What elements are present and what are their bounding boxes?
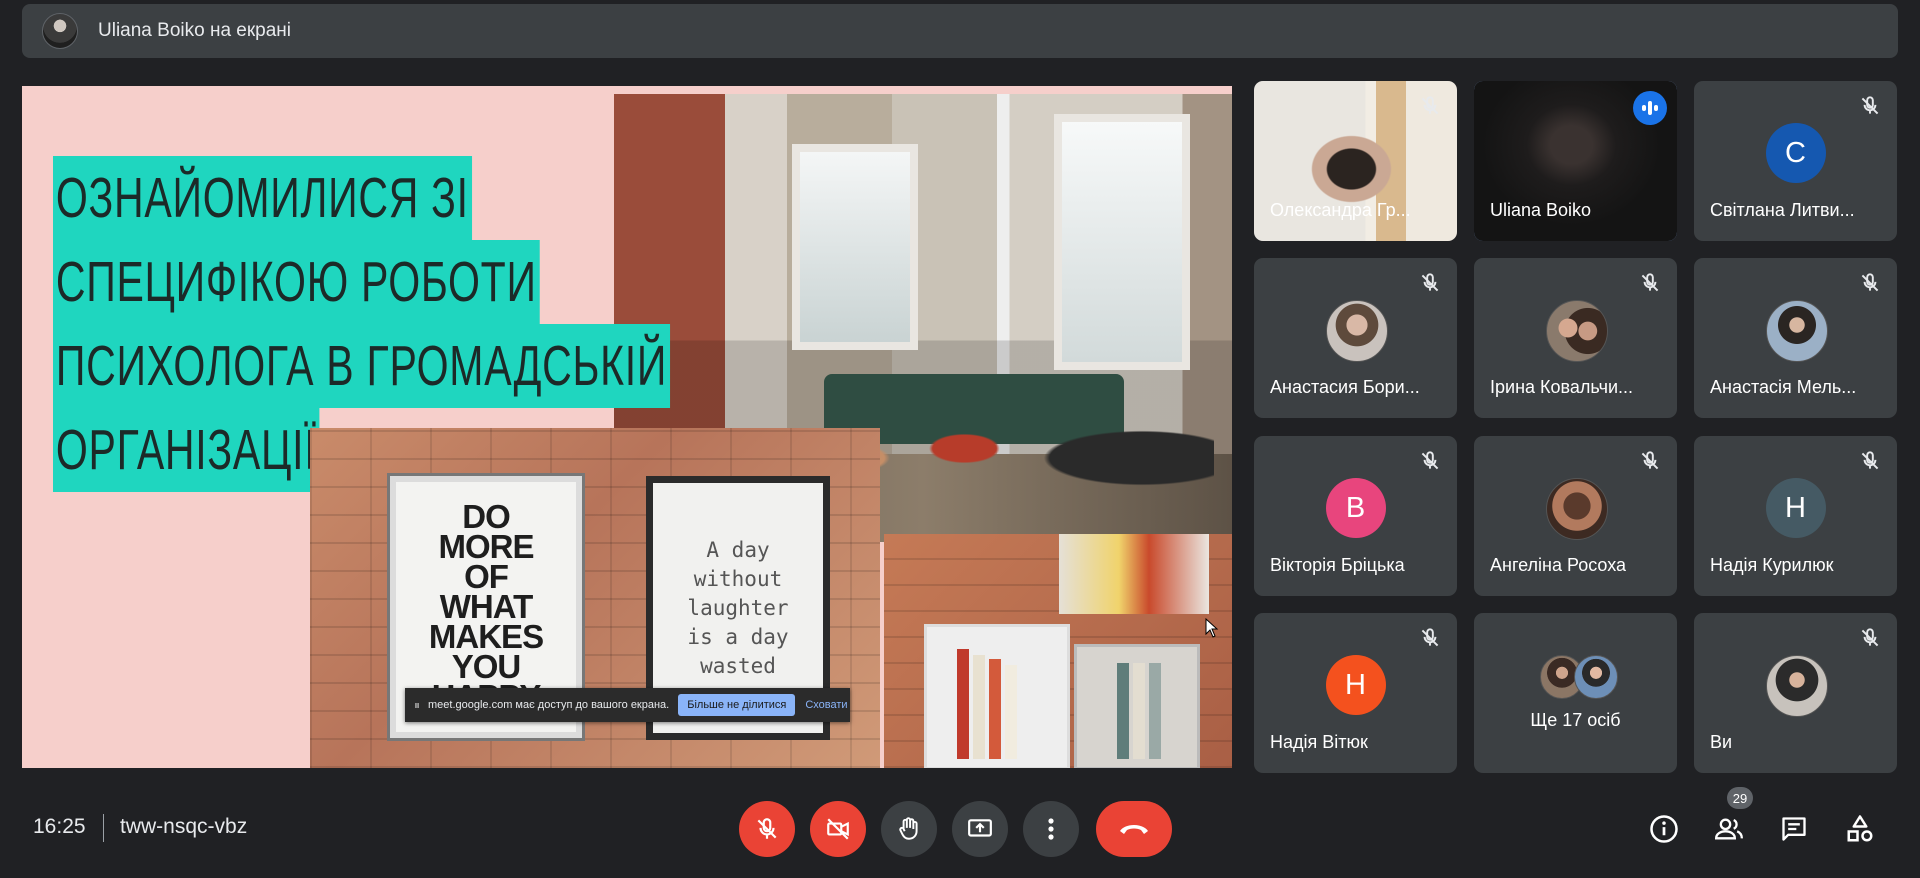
participant-tile[interactable]: Ще 17 осіб [1474,613,1677,773]
participant-name: Ви [1710,732,1733,752]
participant-avatar: C [1765,123,1826,183]
camera-off-icon [827,818,849,840]
share-banner-message: meet.google.com має доступ до вашого екр… [428,699,670,711]
participant-avatar: H [1765,478,1826,538]
hide-banner-button[interactable]: Сховати [805,699,847,711]
mic-off-icon [1857,448,1883,474]
meeting-details-button[interactable] [1647,812,1681,846]
participant-name: Анастасія Мель... [1710,377,1857,397]
participant-name: Uliana Boiko [1490,200,1592,220]
mic-off-icon [1637,270,1663,296]
mouse-cursor-icon [1205,618,1219,638]
participant-name: Надія Вітюк [1270,732,1368,752]
participant-photo-avatar [1574,655,1618,699]
participant-tile[interactable]: H Надія Вітюк [1254,613,1457,773]
participant-tile[interactable]: B Вікторія Бріцька [1254,436,1457,596]
participant-avatar: B [1325,478,1386,538]
mic-off-icon [757,818,777,839]
participant-photo-avatar [1765,300,1828,362]
speaking-indicator-icon [1633,91,1667,125]
raise-hand-icon [899,817,918,840]
participant-name: Вікторія Бріцька [1270,555,1405,575]
participant-photo-avatar [1325,300,1388,362]
slide-photo-shelf [884,534,1232,768]
control-bar: 16:25 tww-nsqc-vbz 29 [0,787,1920,878]
participant-tile[interactable]: Ангеліна Росоха [1474,436,1677,596]
more-options-button[interactable] [1023,801,1079,857]
slide-title-line: ПСИХОЛОГА В ГРОМАДСЬКІЙ [53,324,671,408]
meeting-time: 16:25 [33,815,86,838]
participant-tile[interactable]: C Світлана Литви... [1694,81,1897,241]
participant-name: Ірина Ковальчи... [1490,377,1633,397]
chat-button[interactable] [1777,812,1811,846]
participant-count-badge: 29 [1727,787,1753,809]
screen-share-banner: ⏸ meet.google.com має доступ до вашого е… [405,688,850,722]
slide-title-line: ОЗНАЙОМИЛИСЯ ЗІ [53,156,472,240]
mic-toggle-button[interactable] [739,801,795,857]
presenter-label: Uliana Boiko на екрані [98,20,292,41]
participant-name: Ангеліна Росоха [1490,555,1627,575]
participant-name: Олександра Гр... [1270,200,1411,220]
present-screen-icon [968,819,992,837]
mic-off-icon [1857,93,1883,119]
participant-name: Надія Курилюк [1710,555,1834,575]
participant-name: Анастасия Бори... [1270,377,1420,397]
mic-off-icon [1857,625,1883,651]
present-screen-button[interactable] [952,801,1008,857]
raise-hand-button[interactable] [881,801,937,857]
info-icon [1650,815,1678,843]
chat-icon [1782,817,1806,841]
more-vert-icon [1048,818,1054,840]
call-end-icon [1120,825,1148,834]
mic-off-icon [1417,270,1443,296]
slide-title-line: ОРГАНІЗАЦІЇ [53,408,320,492]
mic-off-icon [1417,625,1443,651]
meeting-code: tww-nsqc-vbz [120,815,248,838]
activities-icon [1847,815,1873,842]
participant-tile[interactable]: Ірина Ковальчи... [1474,258,1677,418]
slide-title-line: СПЕЦИФІКОЮ РОБОТИ [53,240,540,324]
mic-off-icon [1857,270,1883,296]
participants-button[interactable] [1712,812,1746,846]
activities-button[interactable] [1843,812,1877,846]
participant-tile[interactable]: Анастасия Бори... [1254,258,1457,418]
drag-handle-icon[interactable]: ⏸ [414,698,424,713]
participant-tile[interactable]: H Надія Курилюк [1694,436,1897,596]
camera-toggle-button[interactable] [810,801,866,857]
presenter-avatar [42,13,78,49]
participant-name: Світлана Литви... [1710,200,1855,220]
participant-tile[interactable]: Олександра Гр... [1254,81,1457,241]
presenter-bar: Uliana Boiko на екрані [22,4,1898,58]
participant-avatar: H [1325,655,1386,715]
mic-off-icon [1417,93,1443,119]
poster-left-text: DO MORE OF WHAT MAKES YOU HAPPY [428,498,544,713]
participant-photo-avatar [1765,655,1828,717]
mic-off-icon [1637,448,1663,474]
stop-sharing-button[interactable]: Більше не ділитися [678,694,796,716]
divider [103,814,104,842]
participant-photo-avatar [1545,478,1608,540]
mic-off-icon [1417,448,1443,474]
people-icon [1714,818,1743,840]
participant-name: Ще 17 осіб [1530,710,1621,730]
poster-right-text: A day without laughter is a day wasted [687,537,789,678]
others-avatars [1540,655,1620,699]
participant-tile[interactable]: Uliana Boiko [1474,81,1677,241]
participant-tile[interactable]: Анастасія Мель... [1694,258,1897,418]
leave-call-button[interactable] [1096,801,1172,857]
participant-photo-avatar [1545,300,1608,362]
participant-tile[interactable]: Ви [1694,613,1897,773]
shared-screen: ОЗНАЙОМИЛИСЯ ЗІ СПЕЦИФІКОЮ РОБОТИ ПСИХОЛ… [22,86,1232,768]
